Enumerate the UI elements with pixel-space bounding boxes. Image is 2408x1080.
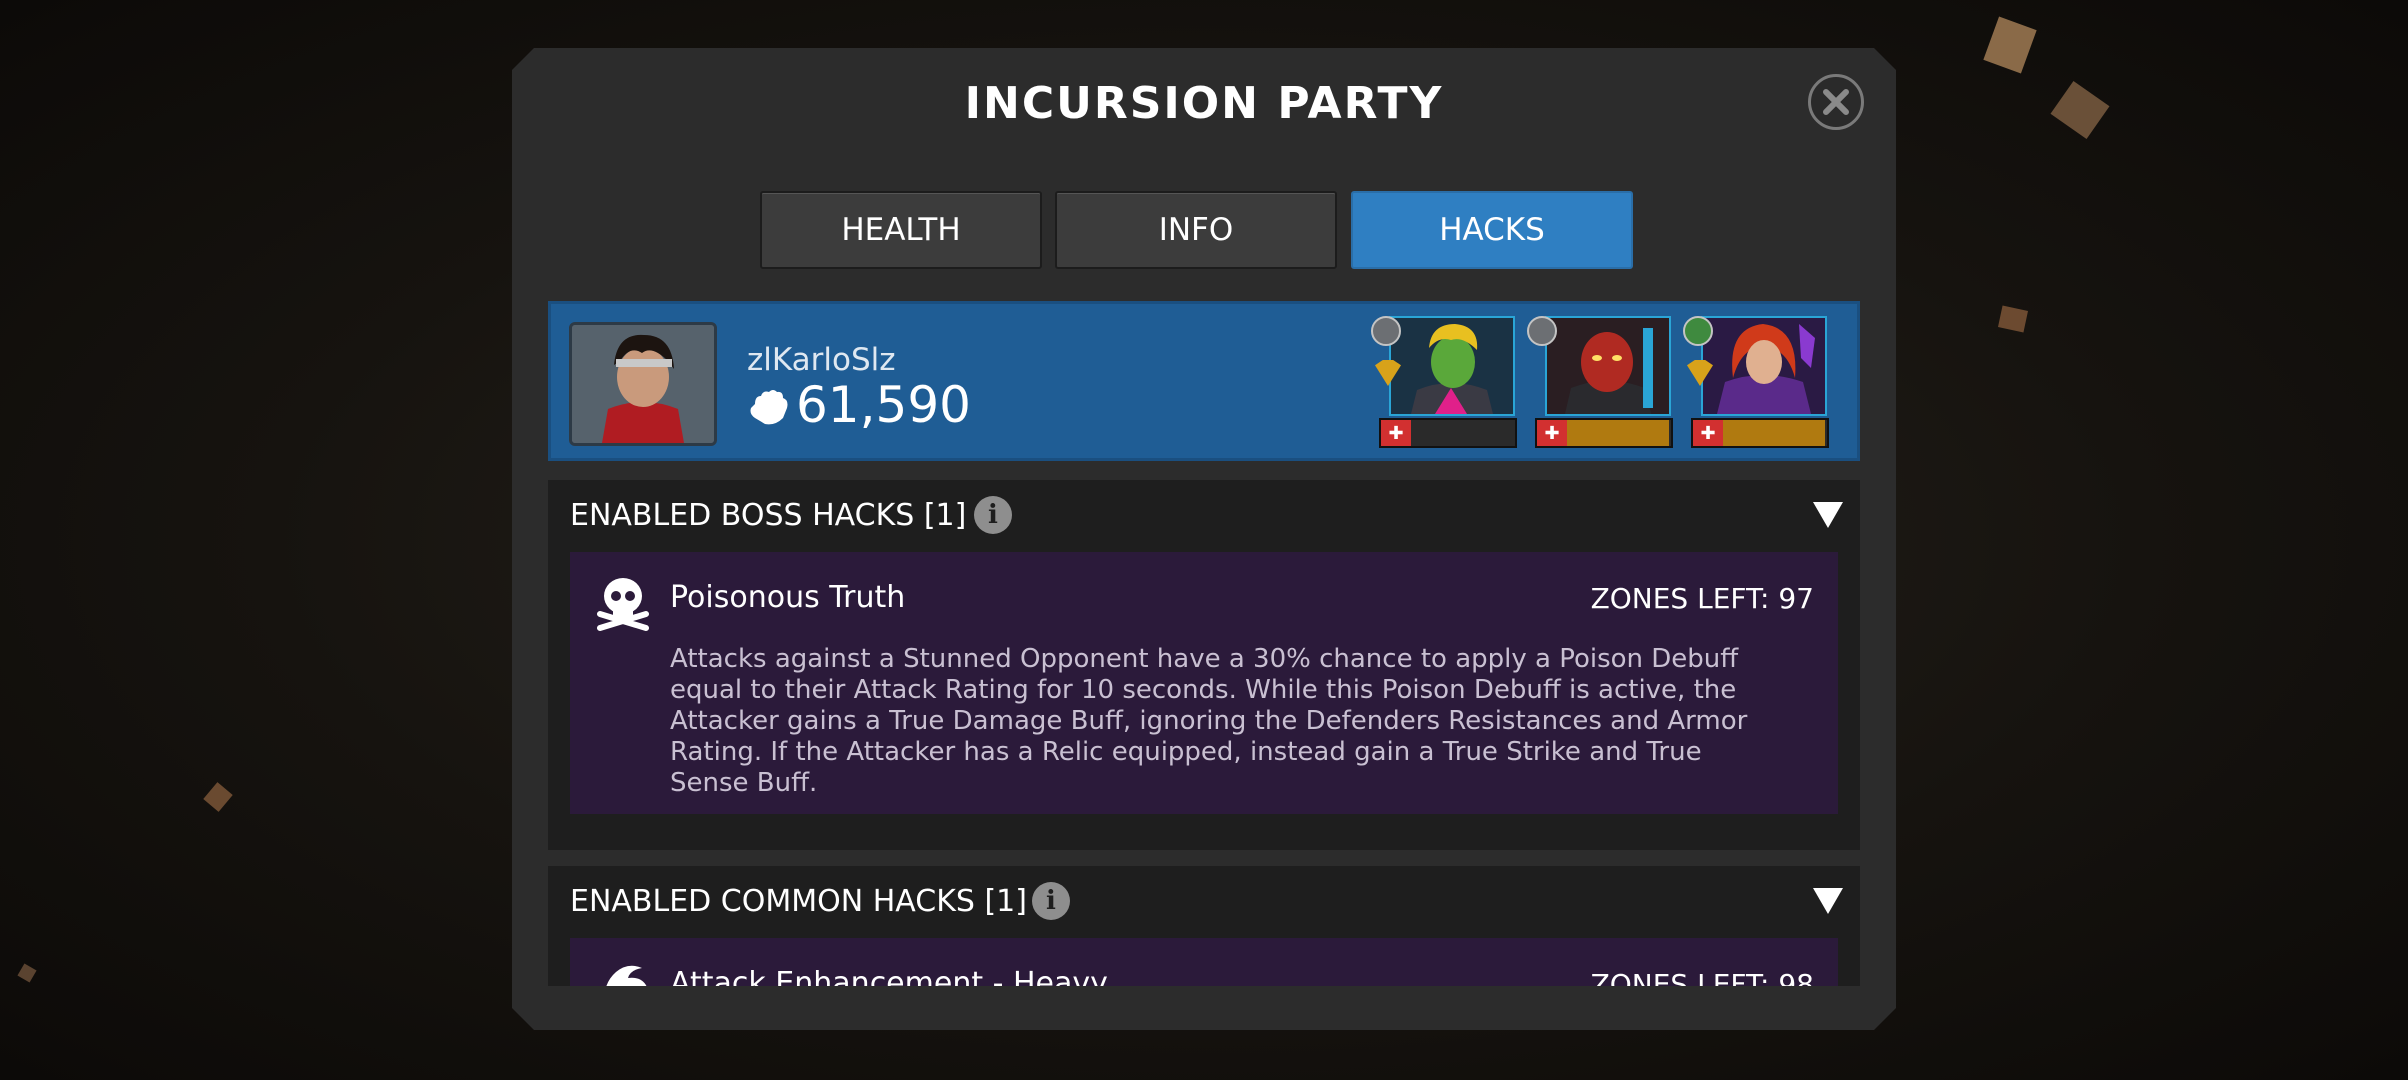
champion-health-bar: ✚	[1691, 418, 1829, 448]
hack-card: Attack Enhancement - Heavy ZONES LEFT: 9…	[570, 938, 1838, 986]
health-icon: ✚	[1381, 420, 1411, 446]
hack-name: Attack Enhancement - Heavy	[670, 966, 1108, 986]
zones-left: ZONES LEFT: 98	[1590, 968, 1814, 986]
champion-slot[interactable]: ✚	[1683, 316, 1829, 452]
champion-class-icon	[1527, 316, 1557, 346]
info-icon[interactable]: i	[974, 496, 1012, 534]
background-rock	[1997, 305, 2029, 333]
prestige-fist-icon	[747, 388, 789, 426]
avatar[interactable]	[569, 322, 717, 446]
close-icon	[1821, 87, 1851, 117]
hack-description: Attacks against a Stunned Opponent have …	[670, 644, 1748, 798]
collapse-triangle-icon[interactable]	[1813, 502, 1843, 528]
boss-hacks-section: ENABLED BOSS HACKS [1] i Poisonous Truth…	[548, 480, 1860, 850]
section-title: ENABLED COMMON HACKS [1]	[570, 884, 1027, 919]
hack-name: Poisonous Truth	[670, 580, 906, 615]
player-rating: 61,590	[796, 376, 971, 434]
health-fill	[1567, 420, 1669, 446]
player-summary: zlKarloSlz 61,590 ✚ ✚ ✚	[548, 301, 1860, 461]
tab-info[interactable]: INFO	[1055, 191, 1337, 269]
background-rock	[2050, 80, 2110, 140]
health-fill	[1723, 420, 1825, 446]
incursion-party-panel: INCURSION PARTY HEALTH INFO HACKS zlKarl…	[512, 48, 1896, 1030]
health-icon: ✚	[1693, 420, 1723, 446]
background-rock	[203, 782, 233, 812]
champion-slot[interactable]: ✚	[1371, 316, 1517, 452]
close-button[interactable]	[1808, 74, 1864, 130]
champion-slot[interactable]: ✚	[1527, 316, 1673, 452]
health-icon: ✚	[1537, 420, 1567, 446]
common-hacks-section: ENABLED COMMON HACKS [1] i Attack Enhanc…	[548, 866, 1860, 986]
champion-portrait	[1389, 316, 1515, 416]
section-title: ENABLED BOSS HACKS [1]	[570, 498, 967, 533]
player-name: zlKarloSlz	[747, 342, 896, 378]
tab-hacks[interactable]: HACKS	[1351, 191, 1633, 269]
collapse-triangle-icon[interactable]	[1813, 888, 1843, 914]
champion-health-bar: ✚	[1535, 418, 1673, 448]
hack-card: Poisonous Truth ZONES LEFT: 97 Attacks a…	[570, 552, 1838, 814]
champion-health-bar: ✚	[1379, 418, 1517, 448]
background-rock	[17, 963, 37, 983]
champion-portrait	[1545, 316, 1671, 416]
champion-portrait	[1701, 316, 1827, 416]
panel-title: INCURSION PARTY	[964, 78, 1444, 129]
heavy-attack-icon	[594, 962, 652, 986]
champion-class-icon	[1371, 316, 1401, 346]
champion-class-icon	[1683, 316, 1713, 346]
tab-health[interactable]: HEALTH	[760, 191, 1042, 269]
background-rock	[1983, 16, 2037, 74]
skull-crossbones-icon	[594, 576, 652, 632]
zones-left: ZONES LEFT: 97	[1590, 582, 1814, 615]
info-icon[interactable]: i	[1032, 882, 1070, 920]
